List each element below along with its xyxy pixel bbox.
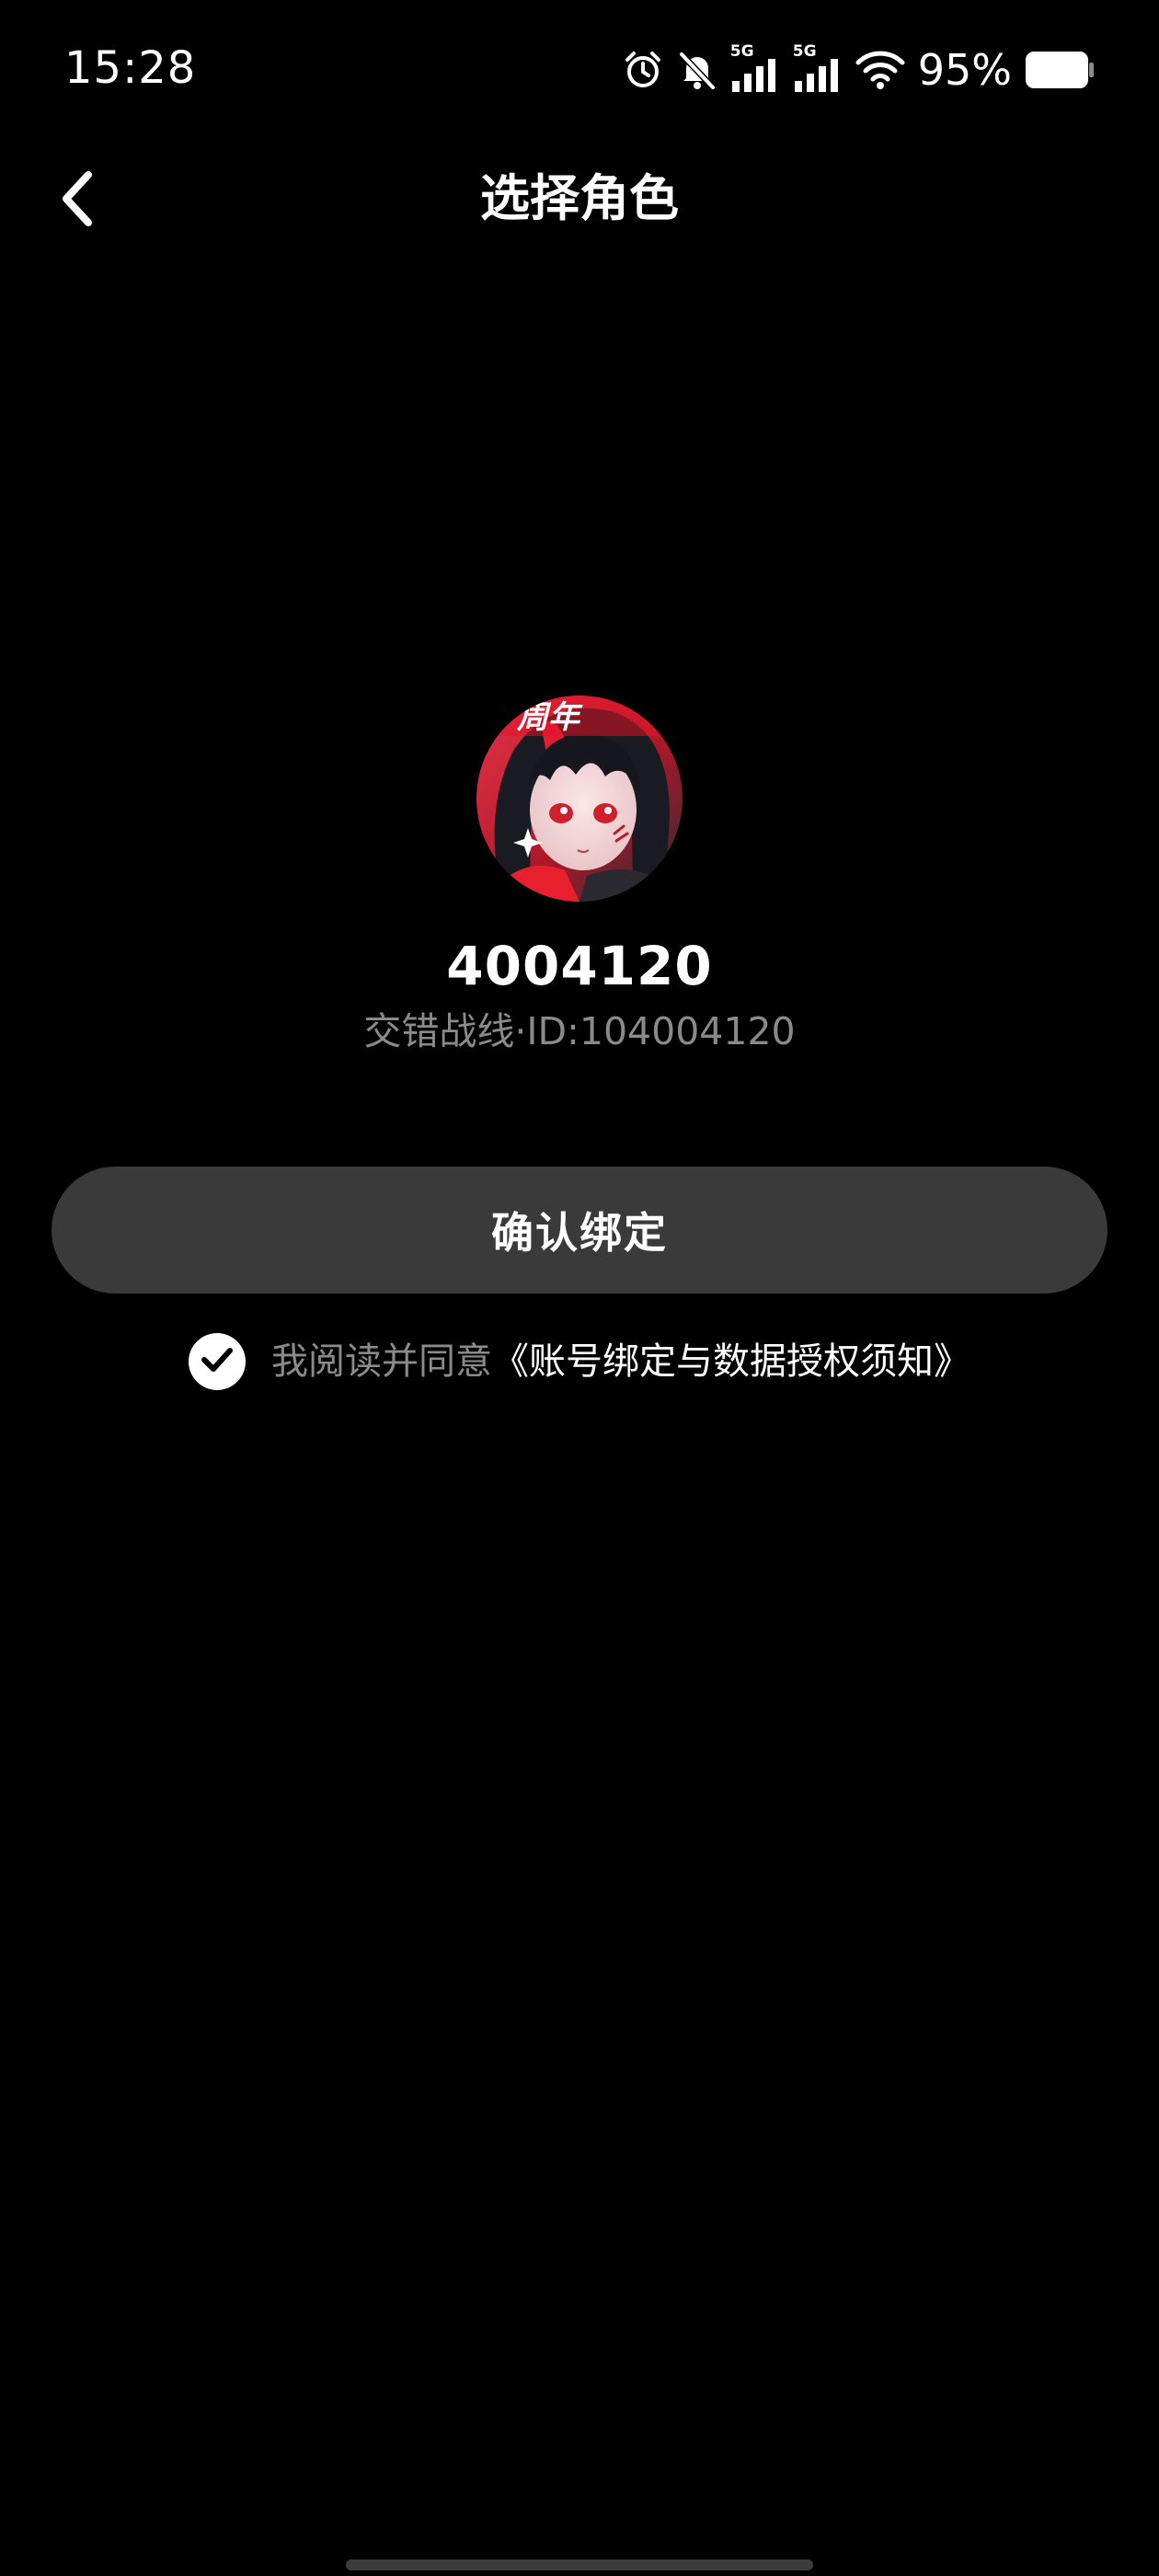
signal-5g-icon: 5G [793,42,843,94]
status-bar: 15:28 5G 5G 95% [0,0,1159,147]
role-meta: 交错战线·ID:104004120 [0,1005,1159,1058]
home-indicator[interactable] [346,2559,813,2570]
status-icons: 5G 5G 95% [622,40,1095,99]
role-id: 104004120 [579,1009,796,1053]
id-label: ID: [526,1009,580,1053]
agreement-text: 我阅读并同意 [271,1340,492,1383]
page-title: 选择角色 [480,169,679,227]
signal-5g-icon: 5G [730,42,780,94]
status-time: 15:28 [64,42,197,94]
alarm-icon [622,49,664,91]
agreement-link[interactable]: 《账号绑定与数据授权须知》 [492,1334,970,1389]
role-name: 4004120 [446,935,713,997]
confirm-bind-button[interactable]: 确认绑定 [52,1167,1107,1294]
checkmark-icon [201,1346,234,1377]
agreement-checkbox[interactable] [189,1333,246,1390]
agreement-row: 我阅读并同意 《账号绑定与数据授权须知》 [0,1332,1159,1391]
avatar-banner-text: 周年 [517,699,580,736]
wifi-icon [855,50,905,90]
game-name: 交错战线 [363,1009,515,1053]
confirm-bind-label: 确认绑定 [491,1208,668,1258]
mute-bell-icon [677,49,717,91]
avatar: 周年 [476,696,683,902]
meta-separator: · [514,1009,527,1053]
header: 选择角色 [0,147,1159,248]
battery-icon [1025,50,1095,90]
battery-percent: 95% [917,45,1012,95]
